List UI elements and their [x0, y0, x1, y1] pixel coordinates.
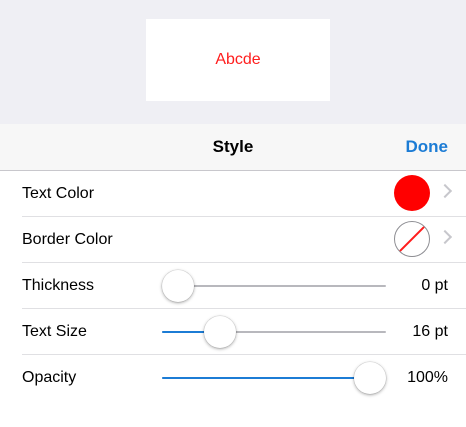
text-color-row[interactable]: Text Color	[22, 171, 466, 217]
chevron-right-icon	[437, 183, 453, 199]
done-button[interactable]: Done	[406, 124, 449, 170]
text-size-label: Text Size	[22, 323, 87, 340]
border-color-row[interactable]: Border Color	[22, 217, 466, 263]
text-size-slider[interactable]	[162, 309, 386, 354]
text-preview: Abcde	[146, 19, 330, 101]
nav-title: Style	[212, 137, 254, 156]
slider-track	[162, 285, 386, 287]
border-color-label: Border Color	[22, 231, 113, 248]
opacity-slider[interactable]	[162, 355, 386, 400]
style-options-list: Text Color Border Color Thickness 0 pt T…	[0, 171, 466, 400]
thickness-slider[interactable]	[162, 263, 386, 308]
slider-thumb[interactable]	[204, 316, 237, 348]
opacity-row: Opacity 100%	[22, 355, 466, 400]
thickness-value: 0 pt	[421, 277, 448, 294]
text-size-row: Text Size 16 pt	[22, 309, 466, 355]
thickness-row: Thickness 0 pt	[22, 263, 466, 309]
thickness-label: Thickness	[22, 277, 95, 294]
preview-text: Abcde	[215, 51, 261, 68]
slider-thumb[interactable]	[354, 362, 386, 394]
text-color-label: Text Color	[22, 185, 95, 202]
opacity-value: 100%	[407, 369, 448, 386]
no-color-swatch-icon[interactable]	[394, 221, 430, 257]
chevron-right-icon	[437, 229, 453, 245]
preview-area: Abcde	[0, 0, 466, 124]
slider-thumb[interactable]	[162, 270, 194, 302]
style-panel: Abcde Style Done Text Color Border Color…	[0, 0, 466, 427]
nav-bar: Style Done	[0, 124, 466, 171]
text-color-swatch[interactable]	[394, 175, 430, 211]
opacity-label: Opacity	[22, 369, 77, 386]
text-size-value: 16 pt	[412, 323, 448, 340]
slider-fill	[162, 377, 370, 379]
